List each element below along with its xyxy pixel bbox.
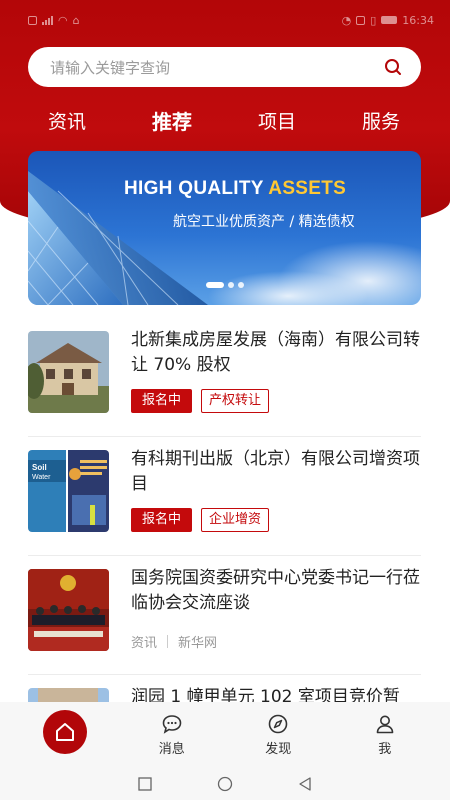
nav-label: 消息: [158, 741, 185, 757]
bottom-nav: 消息 发现 我: [0, 702, 450, 767]
system-nav-bar: [0, 767, 450, 800]
category-badge: 企业增资: [201, 508, 270, 532]
compass-icon: [268, 714, 288, 733]
top-tab-bar: 资讯 推荐 项目 服务: [0, 100, 450, 140]
banner-dot[interactable]: [206, 282, 224, 288]
clock-time: 16:34: [402, 13, 434, 27]
nav-label: 我: [378, 741, 392, 757]
banner-title-main: HIGH QUALITY: [124, 178, 269, 199]
nav-home[interactable]: [20, 709, 110, 754]
tab-news[interactable]: 资讯: [48, 107, 86, 134]
banner-pagination: [206, 282, 244, 288]
status-badge: 报名中: [131, 389, 193, 413]
tab-services[interactable]: 服务: [362, 107, 400, 134]
user-icon: [376, 715, 394, 733]
home-icon: [56, 722, 75, 741]
news-tags: 报名中 产权转让: [131, 389, 270, 413]
search-bar[interactable]: 请输入关键字查询: [28, 47, 421, 87]
meeting-photo: [28, 569, 109, 651]
signal-icon: [42, 15, 53, 25]
search-icon[interactable]: [383, 57, 403, 77]
wifi-icon: ◠: [58, 13, 68, 27]
tab-recommended[interactable]: 推荐: [152, 106, 192, 135]
list-item[interactable]: Soil Water 有科期刊出版（北京）有限公司增资项目 报名中 企业增资: [28, 437, 421, 556]
battery-icon: [381, 16, 398, 24]
news-title[interactable]: 有科期刊出版（北京）有限公司增资项目: [131, 447, 423, 497]
journal-covers-photo: Soil Water: [28, 450, 109, 532]
news-title[interactable]: 北新集成房屋发展（海南）有限公司转让 70% 股权: [131, 328, 423, 378]
alarm-icon: ◔: [341, 13, 352, 27]
vibrate-icon: ▯: [370, 13, 377, 27]
tab-projects[interactable]: 项目: [258, 107, 296, 134]
banner-title-highlight: ASSETS: [268, 178, 347, 199]
status-right: ◔ ▯ 16:34: [342, 14, 434, 27]
news-type: 资讯: [131, 636, 158, 651]
news-meta: 资讯 新华网: [131, 632, 217, 651]
search-input[interactable]: 请输入关键字查询: [50, 57, 170, 78]
news-source: 新华网: [178, 636, 218, 651]
nav-discover[interactable]: 发现: [233, 713, 323, 757]
cast-icon: ⌂: [72, 13, 80, 27]
nav-label: 发现: [265, 741, 292, 757]
meta-divider: [167, 635, 169, 648]
banner-subtitle: 航空工业优质资产 / 精选债权: [173, 214, 355, 230]
banner-title: HIGH QUALITY ASSETS: [124, 178, 346, 200]
category-badge: 产权转让: [201, 389, 270, 413]
promo-banner[interactable]: HIGH QUALITY ASSETS 航空工业优质资产 / 精选债权: [28, 151, 421, 305]
recent-apps-icon[interactable]: [137, 776, 153, 792]
nfc-icon: [356, 15, 366, 25]
news-tags: 报名中 企业增资: [131, 508, 270, 532]
banner-dot[interactable]: [238, 282, 244, 288]
journal-cover-text-2: Water: [32, 474, 51, 481]
banner-dot[interactable]: [228, 282, 234, 288]
home-circle-icon[interactable]: [217, 776, 233, 792]
house-photo: [28, 331, 109, 413]
nav-profile[interactable]: 我: [340, 713, 430, 757]
back-icon[interactable]: [297, 776, 313, 792]
status-bar: ◠ ⌂ ◔ ▯ 16:34: [0, 0, 450, 40]
home-button[interactable]: [43, 709, 88, 754]
news-title[interactable]: 国务院国资委研究中心党委书记一行莅临协会交流座谈: [131, 566, 423, 616]
status-left: ◠ ⌂: [28, 14, 80, 27]
message-icon: [162, 714, 182, 734]
list-item[interactable]: 国务院国资委研究中心党委书记一行莅临协会交流座谈 资讯 新华网: [28, 556, 421, 675]
nav-messages[interactable]: 消息: [127, 713, 217, 757]
status-badge: 报名中: [131, 508, 193, 532]
app-notification-icon: [28, 15, 37, 25]
list-item[interactable]: 北新集成房屋发展（海南）有限公司转让 70% 股权 报名中 产权转让: [28, 318, 421, 437]
journal-cover-text-1: Soil: [32, 463, 47, 472]
